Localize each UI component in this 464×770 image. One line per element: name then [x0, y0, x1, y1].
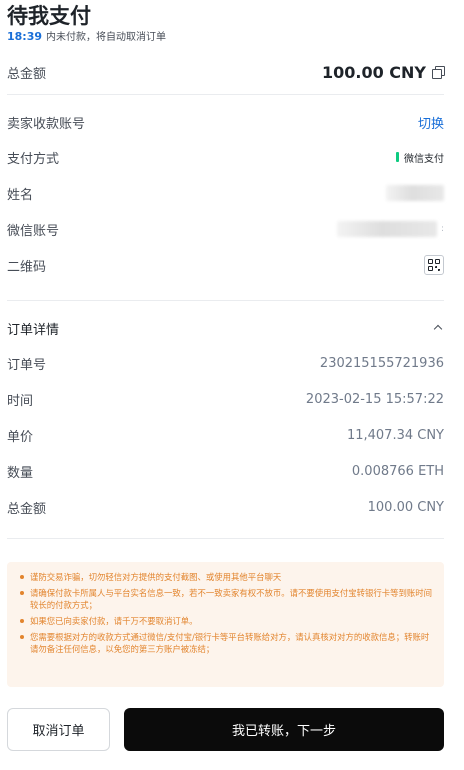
payment-method-row: 支付方式 微信支付	[7, 145, 444, 169]
seller-name-row: 姓名	[7, 181, 444, 205]
total-amount-row: 总金额 100.00 CNY	[7, 60, 445, 84]
wechat-account-row: 微信账号 :	[7, 217, 444, 241]
confirm-transfer-button[interactable]: 我已转账，下一步	[124, 708, 444, 751]
order-row-label: 总金额	[7, 501, 47, 517]
seller-account-row: 卖家收款账号 切换	[7, 110, 444, 134]
risk-notice-box: 谨防交易诈骗，切勿轻信对方提供的支付截图、或使用其他平台聊天 请确保付款卡所属人…	[7, 562, 444, 687]
divider	[7, 94, 444, 95]
total-amount-value: 100.00 CNY	[321, 62, 426, 82]
seller-name-label: 姓名	[7, 187, 34, 203]
payment-method-value: 微信支付	[404, 153, 444, 165]
chevron-up-icon[interactable]	[432, 322, 444, 334]
payment-method-label: 支付方式	[7, 151, 60, 167]
order-row-time: 时间 2023-02-15 15:57:22	[7, 387, 444, 411]
qr-code-icon	[428, 259, 440, 271]
qr-code-label: 二维码	[7, 259, 47, 275]
notice-item: 如果您已向卖家付款，请千万不要取消订单。	[19, 615, 434, 627]
payment-method-value-group: 微信支付	[396, 150, 444, 165]
countdown-time: 18:39	[7, 30, 43, 43]
cancel-order-button[interactable]: 取消订单	[7, 708, 110, 751]
order-row-label: 单价	[7, 429, 34, 445]
wechat-pay-indicator-icon	[396, 152, 399, 162]
wechat-account-tail: :	[440, 224, 444, 234]
seller-account-label: 卖家收款账号	[7, 116, 86, 132]
notice-item: 请确保付款卡所属人与平台实名信息一致，若不一致卖家有权不放币。请不要使用支付宝转…	[19, 587, 434, 611]
qr-code-button[interactable]	[424, 255, 444, 275]
divider	[7, 538, 444, 539]
total-amount-label: 总金额	[7, 66, 47, 82]
order-details-header[interactable]: 订单详情	[7, 316, 444, 340]
wechat-account-value-group: :	[336, 221, 444, 237]
notice-list: 谨防交易诈骗，切勿轻信对方提供的支付截图、或使用其他平台聊天 请确保付款卡所属人…	[19, 571, 434, 655]
order-details-title: 订单详情	[7, 322, 60, 338]
payment-page: 待我支付 18:39 内未付款，将自动取消订单 总金额 100.00 CNY 卖家…	[0, 0, 464, 770]
seller-name-redacted	[386, 185, 444, 201]
page-title: 待我支付	[7, 4, 91, 28]
order-row-total: 总金额 100.00 CNY	[7, 495, 444, 519]
order-row-label: 订单号	[7, 357, 47, 373]
qr-code-row: 二维码	[7, 253, 444, 277]
total-amount-value-group: 100.00 CNY	[321, 62, 445, 82]
order-row-label: 时间	[7, 393, 34, 409]
switch-account-link[interactable]: 切换	[418, 113, 444, 132]
order-row-quantity: 数量 0.008766 ETH	[7, 459, 444, 483]
copy-icon[interactable]	[432, 66, 445, 79]
order-row-value: 0.008766 ETH	[351, 463, 444, 479]
order-row-label: 数量	[7, 465, 34, 481]
order-row-order-id: 订单号 230215155721936	[7, 351, 444, 375]
wechat-account-label: 微信账号	[7, 223, 60, 239]
order-row-unit-price: 单价 11,407.34 CNY	[7, 423, 444, 447]
countdown-notice: 18:39 内未付款，将自动取消订单	[7, 31, 166, 44]
wechat-account-redacted	[336, 221, 437, 237]
notice-item: 谨防交易诈骗，切勿轻信对方提供的支付截图、或使用其他平台聊天	[19, 571, 434, 583]
order-row-value: 100.00 CNY	[367, 499, 444, 515]
order-row-value: 230215155721936	[319, 355, 444, 371]
divider	[7, 300, 444, 301]
order-row-value: 11,407.34 CNY	[346, 427, 444, 443]
countdown-text: 内未付款，将自动取消订单	[46, 32, 167, 43]
notice-item: 您需要根据对方的收款方式通过微信/支付宝/银行卡等平台转账给对方，请认真核对对方…	[19, 631, 434, 655]
order-row-value: 2023-02-15 15:57:22	[305, 391, 444, 407]
